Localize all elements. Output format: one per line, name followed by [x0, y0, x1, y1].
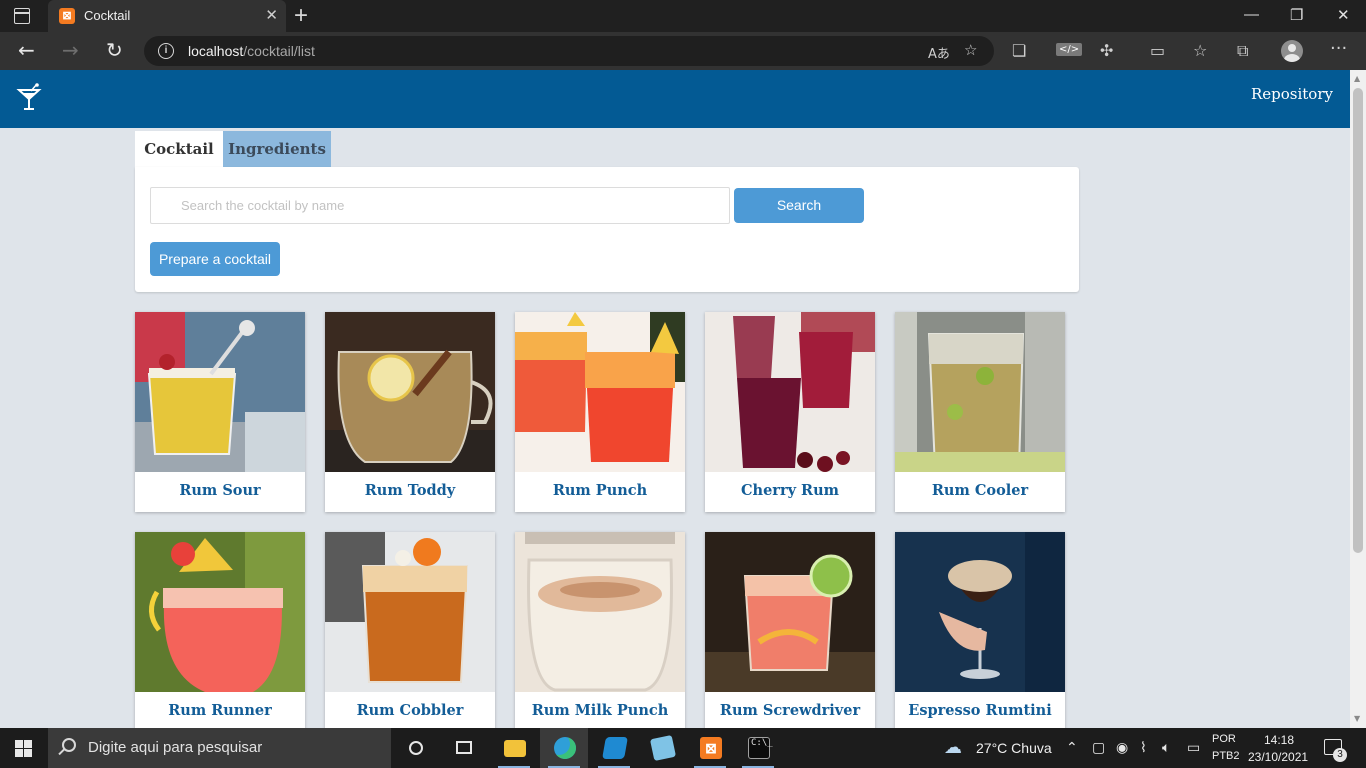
cocktail-image[interactable] [895, 312, 1065, 472]
cocktail-card[interactable]: Rum Sour [135, 312, 305, 512]
site-info-icon[interactable]: i [158, 43, 174, 59]
tab-actions-icon[interactable] [14, 8, 30, 24]
cocktail-name[interactable]: Cherry Rum [705, 482, 875, 499]
clock-date[interactable]: 23/10/2021 [1248, 750, 1308, 764]
tab-cocktail[interactable]: Cocktail [135, 131, 223, 168]
tab-ingredients[interactable]: Ingredients [223, 131, 331, 167]
xampp-favicon-icon: ⊠ [59, 8, 75, 24]
search-icon [62, 738, 76, 752]
cocktail-name[interactable]: Rum Cobbler [325, 702, 495, 719]
power-battery-icon[interactable]: ▭ [1187, 740, 1200, 756]
minimize-button[interactable]: — [1244, 6, 1259, 23]
cocktail-image[interactable] [515, 312, 685, 472]
cocktail-image[interactable] [135, 532, 305, 692]
search-button[interactable]: Search [734, 188, 864, 223]
collections-icon[interactable]: ❏ [1012, 41, 1026, 60]
page-scrollbar[interactable]: ▲ ▼ [1350, 70, 1366, 728]
close-window-button[interactable]: ✕ [1337, 6, 1350, 24]
cocktail-card[interactable]: Espresso Rumtini [895, 532, 1065, 732]
browser-toolbar: ← → ↻ i localhost/cocktail/list Aあ ☆ ❏ <… [0, 32, 1366, 70]
collections-add-icon[interactable]: ⧉ [1237, 41, 1248, 61]
cocktail-card[interactable]: Rum Cooler [895, 312, 1065, 512]
cocktail-image[interactable] [895, 532, 1065, 692]
meet-now-icon[interactable]: ▢ [1092, 740, 1105, 756]
favorites-icon[interactable]: ☆ [1193, 41, 1207, 60]
cocktail-card[interactable]: Rum Screwdriver [705, 532, 875, 732]
cast-icon[interactable]: ▭ [1150, 41, 1165, 60]
tab-title: Cocktail [84, 8, 131, 23]
cocktail-name[interactable]: Rum Cooler [895, 482, 1065, 499]
scroll-thumb[interactable] [1353, 88, 1363, 553]
notepad-app-icon[interactable] [638, 728, 686, 768]
cocktail-name[interactable]: Rum Screwdriver [705, 702, 875, 719]
devtools-extension-icon[interactable]: </> [1056, 43, 1083, 56]
repository-link[interactable]: Repository [1251, 85, 1333, 103]
terminal-icon[interactable]: C:\_ [734, 728, 782, 768]
cocktail-name[interactable]: Rum Sour [135, 482, 305, 499]
cocktail-card[interactable]: Cherry Rum [705, 312, 875, 512]
url-bar[interactable]: i localhost/cocktail/list Aあ ☆ [144, 36, 994, 66]
scroll-down-arrow-icon[interactable]: ▼ [1354, 714, 1360, 723]
cocktail-image[interactable] [325, 312, 495, 472]
refresh-icon[interactable]: ↻ [106, 39, 123, 61]
cocktail-image[interactable] [135, 312, 305, 472]
cocktail-card[interactable]: Rum Punch [515, 312, 685, 512]
back-arrow-icon[interactable]: ← [18, 39, 35, 61]
cocktail-name[interactable]: Rum Runner [135, 702, 305, 719]
cocktail-name[interactable]: Rum Punch [515, 482, 685, 499]
url-text[interactable]: localhost/cocktail/list [188, 43, 315, 59]
taskbar-search-box[interactable]: Digite aqui para pesquisar [48, 728, 391, 768]
cocktail-card[interactable]: Rum Runner [135, 532, 305, 732]
extensions-puzzle-icon[interactable]: ✣ [1100, 41, 1113, 60]
cocktail-card[interactable]: Rum Milk Punch [515, 532, 685, 732]
tab-close-icon[interactable]: ✕ [265, 6, 278, 24]
browser-tab-bar: ⊠ Cocktail ✕ + — ❐ ✕ [0, 0, 1366, 32]
file-explorer-icon[interactable] [490, 728, 538, 768]
profile-avatar-icon[interactable] [1281, 40, 1303, 62]
cocktail-image[interactable] [705, 532, 875, 692]
clock-time[interactable]: 14:18 [1264, 733, 1294, 747]
vscode-icon[interactable] [590, 728, 638, 768]
notification-count-badge: 3 [1333, 748, 1347, 762]
cocktail-image[interactable] [705, 312, 875, 472]
cocktail-card[interactable]: Rum Cobbler [325, 532, 495, 732]
search-input[interactable] [150, 187, 730, 224]
search-panel: Search Prepare a cocktail [135, 167, 1079, 292]
xampp-icon[interactable]: ⊠ [686, 728, 734, 768]
cocktail-image[interactable] [515, 532, 685, 692]
add-favorite-star-icon[interactable]: ☆ [964, 41, 977, 59]
forward-arrow-icon: → [62, 38, 79, 62]
weather-cloud-icon[interactable]: ☁ [944, 737, 962, 758]
cocktail-image[interactable] [325, 532, 495, 692]
app-header: Repository [0, 70, 1350, 128]
more-menu-icon[interactable]: ··· [1330, 38, 1347, 59]
cortana-icon[interactable] [392, 728, 440, 768]
keyboard-layout-indicator[interactable]: PTB2 [1212, 750, 1240, 762]
new-tab-button[interactable]: + [294, 2, 308, 30]
read-aloud-icon[interactable]: Aあ [928, 43, 950, 62]
weather-text[interactable]: 27°C Chuva [976, 740, 1052, 756]
cocktail-name[interactable]: Espresso Rumtini [895, 702, 1065, 719]
show-hidden-icons-chevron-icon[interactable]: ⌃ [1066, 740, 1078, 756]
windows-taskbar: Digite aqui para pesquisar ⊠ C:\_ ☁ 27°C… [0, 728, 1366, 768]
network-status-icon[interactable]: ◉ [1116, 740, 1128, 756]
cocktail-glass-logo-icon[interactable] [16, 82, 42, 112]
task-view-icon[interactable] [440, 728, 488, 768]
taskbar-search-placeholder: Digite aqui para pesquisar [88, 739, 263, 756]
restore-button[interactable]: ❐ [1290, 6, 1303, 24]
scroll-up-arrow-icon[interactable]: ▲ [1354, 74, 1360, 83]
cocktail-name[interactable]: Rum Toddy [325, 482, 495, 499]
wifi-icon[interactable]: ⌇ [1140, 740, 1147, 756]
prepare-cocktail-button[interactable]: Prepare a cocktail [150, 242, 280, 276]
cocktail-card[interactable]: Rum Toddy [325, 312, 495, 512]
volume-speaker-icon[interactable]: 🔈︎ [1162, 740, 1170, 756]
browser-tab-cocktail[interactable]: ⊠ Cocktail ✕ [48, 0, 286, 32]
edge-browser-icon[interactable] [540, 728, 588, 768]
windows-start-icon[interactable] [15, 740, 32, 757]
cocktail-name[interactable]: Rum Milk Punch [515, 702, 685, 719]
language-indicator[interactable]: POR [1212, 733, 1236, 745]
